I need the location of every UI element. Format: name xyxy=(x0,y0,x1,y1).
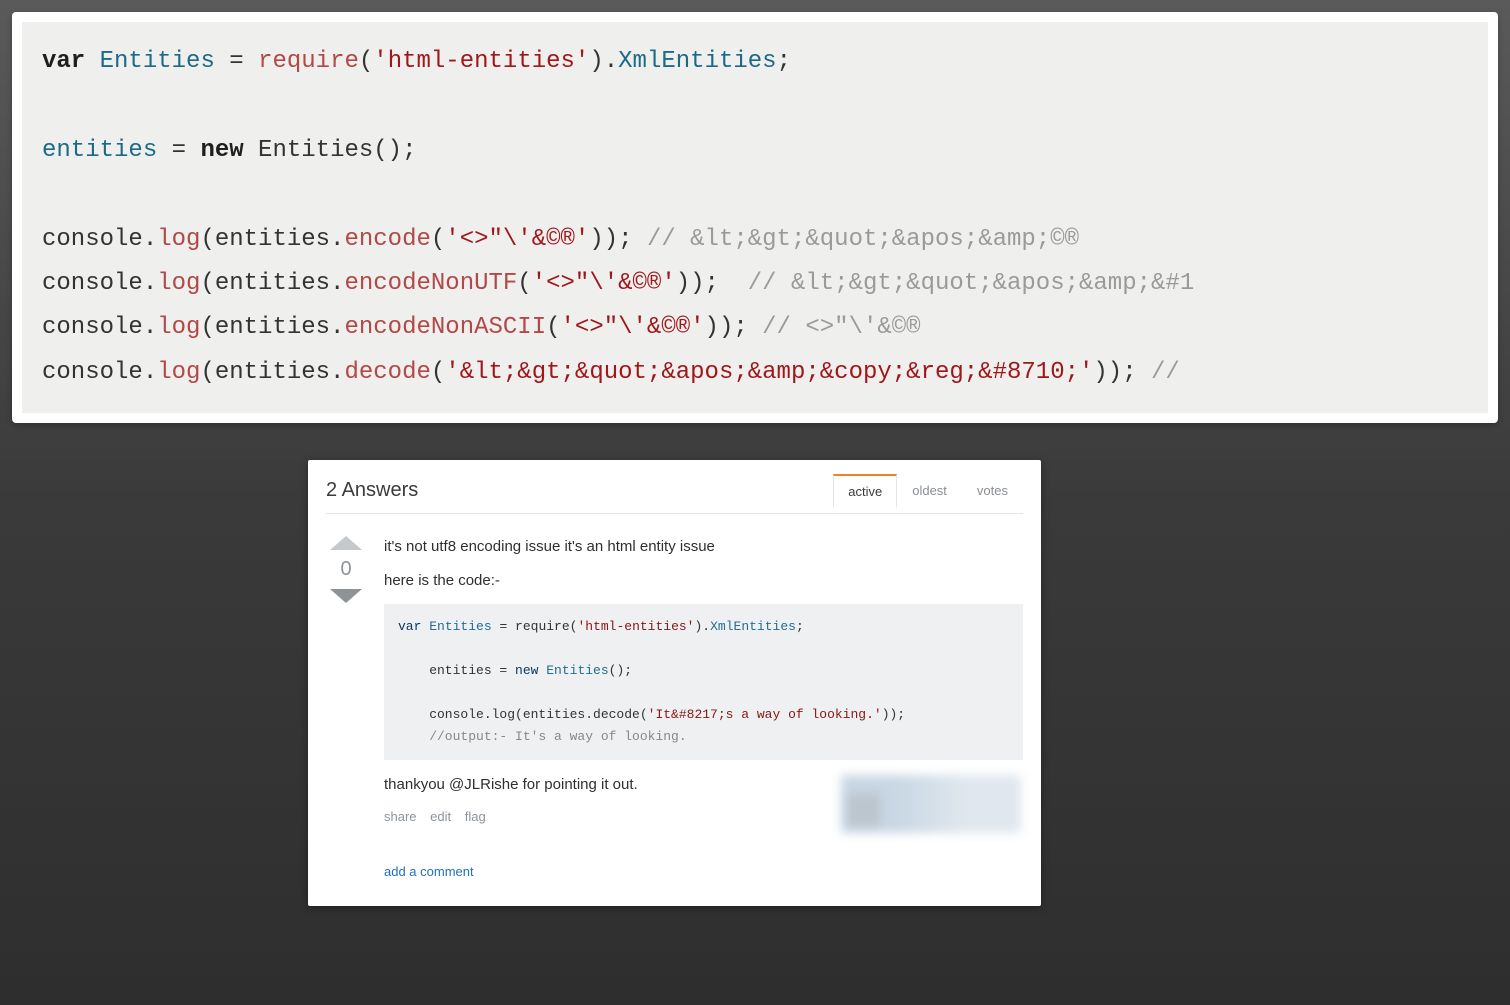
comment: // <>"\'&©® xyxy=(762,314,920,341)
user-card-blurred xyxy=(841,775,1021,833)
output-comment: //output:- It's a way of looking. xyxy=(398,729,687,744)
id-entities: Entities xyxy=(85,48,229,75)
answer-line-1: it's not utf8 encoding issue it's an htm… xyxy=(384,536,1023,558)
top-code-block: var Entities = require('html-entities').… xyxy=(22,22,1488,413)
vote-controls: 0 xyxy=(326,536,366,882)
kw-var: var xyxy=(42,48,85,75)
str-module: 'html-entities' xyxy=(373,48,589,75)
comment: // xyxy=(1151,359,1180,386)
answer-line-2: here is the code:- xyxy=(384,570,1023,592)
tab-oldest[interactable]: oldest xyxy=(897,474,962,507)
tab-votes[interactable]: votes xyxy=(962,474,1023,507)
answers-header: 2 Answers active oldest votes xyxy=(326,474,1023,514)
edit-link[interactable]: edit xyxy=(430,809,451,824)
add-comment-link[interactable]: add a comment xyxy=(384,863,474,882)
answers-title: 2 Answers xyxy=(326,479,418,502)
tab-active[interactable]: active xyxy=(833,474,897,508)
upvote-icon[interactable] xyxy=(330,536,362,550)
comment: // &lt;&gt;&quot;&apos;&amp;©® xyxy=(647,226,1079,253)
answers-card: 2 Answers active oldest votes 0 it's not… xyxy=(308,460,1041,906)
downvote-icon[interactable] xyxy=(330,589,362,603)
fn-require: require xyxy=(258,48,359,75)
answer-content: it's not utf8 encoding issue it's an htm… xyxy=(384,536,1023,882)
sort-tabs: active oldest votes xyxy=(833,474,1023,507)
flag-link[interactable]: flag xyxy=(465,809,486,824)
share-link[interactable]: share xyxy=(384,809,417,824)
answer-code-block: var Entities = require('html-entities').… xyxy=(384,604,1023,761)
top-code-card: var Entities = require('html-entities').… xyxy=(12,12,1498,423)
answer-body: 0 it's not utf8 encoding issue it's an h… xyxy=(326,514,1023,882)
vote-count: 0 xyxy=(340,558,351,581)
comment: // &lt;&gt;&quot;&apos;&amp;&#1 xyxy=(748,270,1194,297)
kw-new: new xyxy=(200,137,243,164)
